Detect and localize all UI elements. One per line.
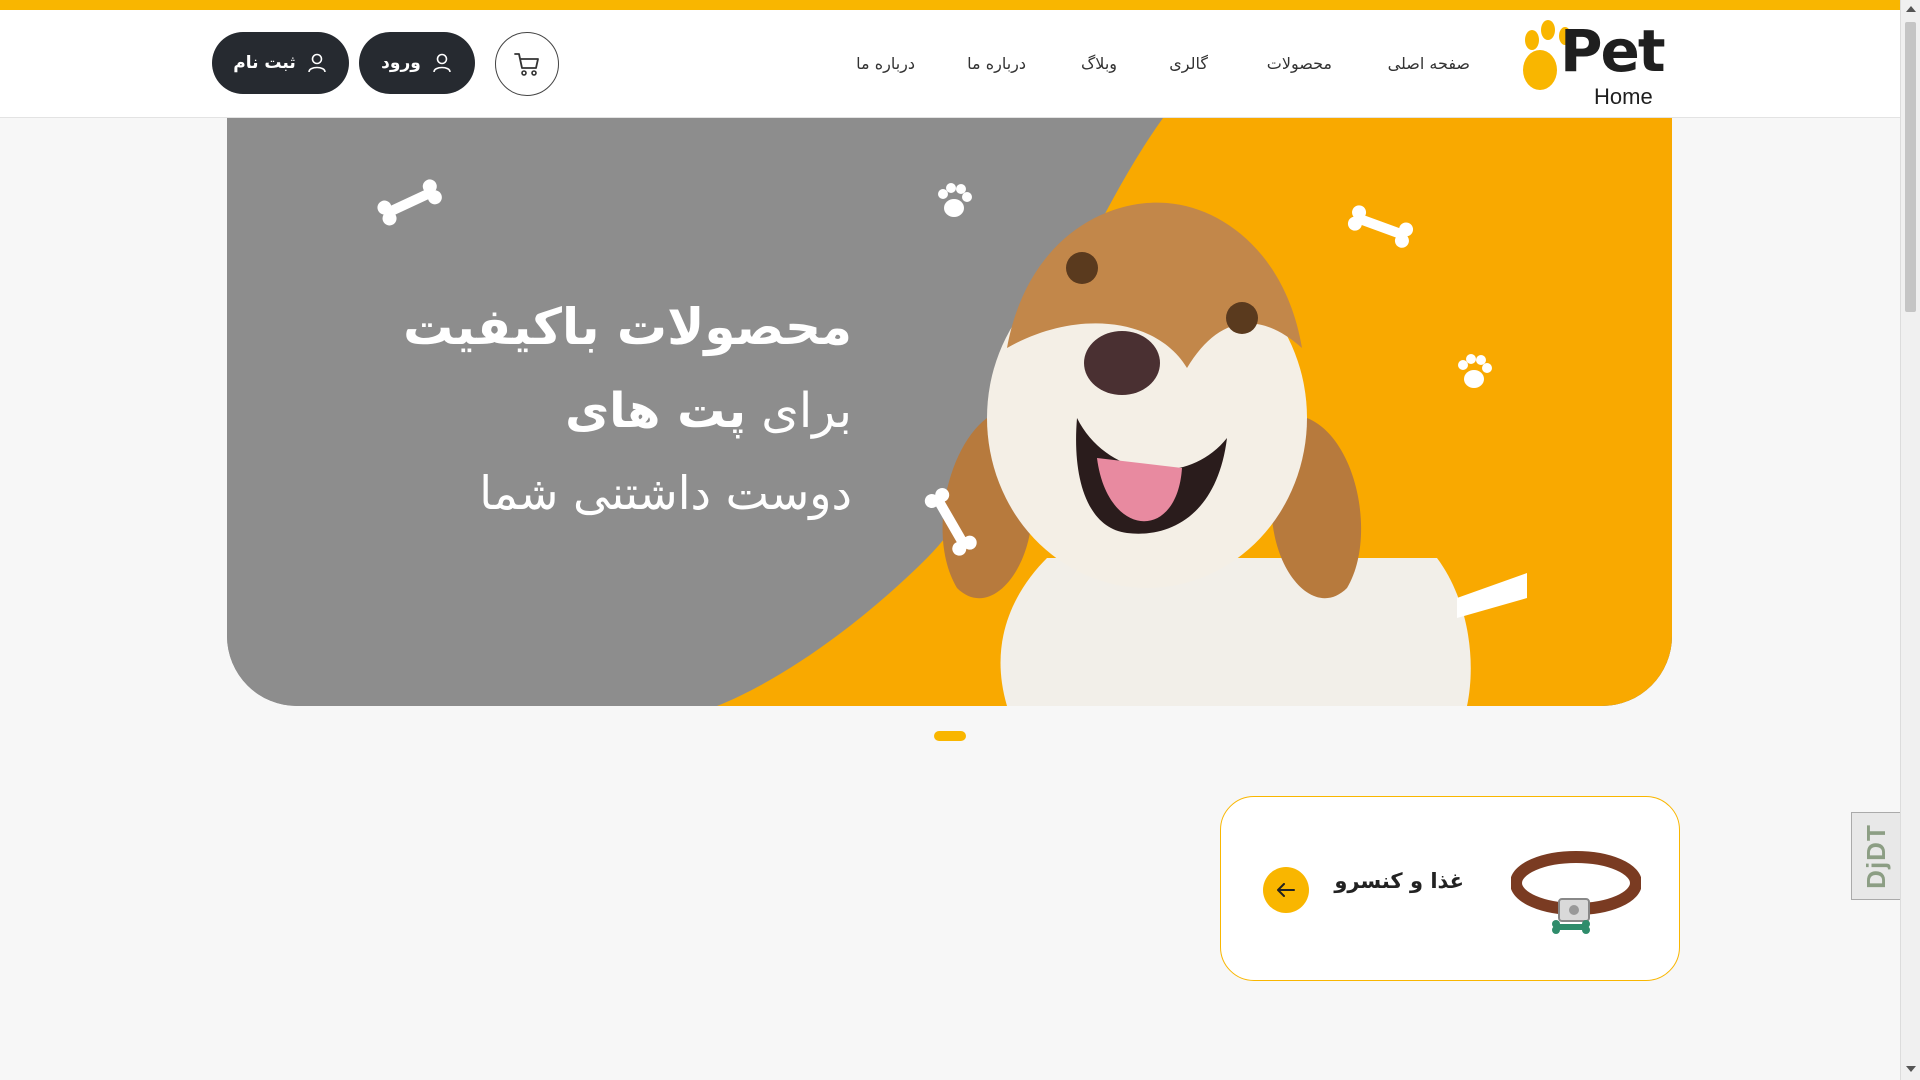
page-scrollbar[interactable] <box>1900 0 1920 1080</box>
hero-background <box>227 118 1672 706</box>
cart-icon <box>514 53 539 76</box>
login-button[interactable]: ورود <box>359 32 475 94</box>
nav-item-about-2[interactable]: درباره ما <box>856 54 915 73</box>
hero-banner: محصولات باکیفیت برای پت های دوست داشتنی … <box>227 118 1672 706</box>
site-header: Pet Home صفحه اصلی محصولات گالری وبلاگ د… <box>0 10 1900 118</box>
hero-line2-bold: پت های <box>565 383 746 439</box>
category-arrow-button[interactable] <box>1263 867 1309 913</box>
nav-item-home[interactable]: صفحه اصلی <box>1388 54 1470 73</box>
register-button[interactable]: ثبت نام <box>212 32 349 94</box>
top-accent-strip <box>0 0 1900 10</box>
debug-toolbar-label: DjDT <box>1860 823 1891 889</box>
nav-item-products[interactable]: محصولات <box>1267 54 1332 73</box>
hero-title-line3: دوست داشتنی شما <box>479 466 852 520</box>
debug-toolbar-handle[interactable]: DjDT <box>1851 812 1900 900</box>
category-card[interactable]: غذا و کنسرو <box>1220 796 1680 981</box>
scroll-down-arrow[interactable] <box>1906 1066 1916 1072</box>
dog-collar-image <box>1511 851 1641 934</box>
login-label: ورود <box>381 53 421 73</box>
user-icon <box>433 53 451 73</box>
nav-item-gallery[interactable]: گالری <box>1169 54 1208 73</box>
slider-dot-active[interactable] <box>934 731 966 741</box>
cart-button[interactable] <box>495 32 559 96</box>
register-label: ثبت نام <box>233 53 296 73</box>
arrow-left-icon <box>1277 883 1295 897</box>
scroll-thumb[interactable] <box>1905 22 1916 312</box>
scroll-up-arrow[interactable] <box>1906 6 1916 12</box>
hero-line2-prefix: برای <box>761 383 852 439</box>
category-title: غذا و کنسرو <box>1334 869 1464 893</box>
user-icon <box>307 53 326 73</box>
hero-title-line2: برای پت های <box>565 383 852 439</box>
logo-subtext: Home <box>1594 84 1653 109</box>
nav-item-blog[interactable]: وبلاگ <box>1081 54 1117 73</box>
hero-title-line1: محصولات باکیفیت <box>403 298 852 356</box>
nav-item-about[interactable]: درباره ما <box>967 54 1026 73</box>
